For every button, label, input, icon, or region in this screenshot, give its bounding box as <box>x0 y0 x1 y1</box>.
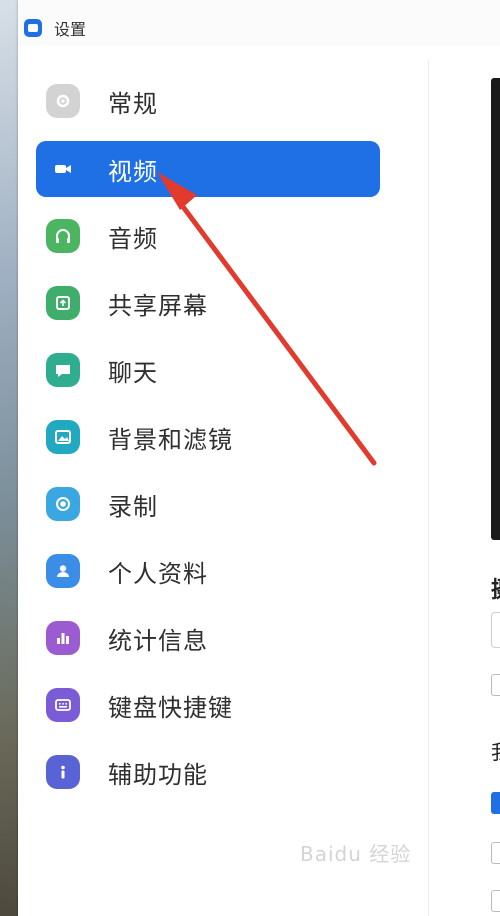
record-icon <box>46 487 80 521</box>
sidebar-item-label: 常规 <box>108 89 158 118</box>
chat-bubble-icon <box>46 353 80 387</box>
camera-icon <box>46 152 80 186</box>
keyboard-icon <box>46 688 80 722</box>
sidebar-item-label: 背景和滤镜 <box>108 425 233 454</box>
sidebar-item-audio[interactable]: 音频 <box>36 208 380 264</box>
settings-sidebar: 常规 视频 音频 共享屏幕 聊天 背景和滤镜 录制 个人资料 统计信息 键盘快捷… <box>18 60 428 916</box>
sidebar-item-statistics[interactable]: 统计信息 <box>36 610 380 666</box>
video-settings-panel: 摄 我 <box>429 60 500 916</box>
gear-icon <box>46 84 80 118</box>
sidebar-item-accessibility[interactable]: 辅助功能 <box>36 744 380 800</box>
image-icon <box>46 420 80 454</box>
sidebar-item-label: 键盘快捷键 <box>108 693 233 722</box>
title-bar: 设置 <box>18 0 500 46</box>
camera-heading: 摄 <box>491 572 500 604</box>
sidebar-item-label: 统计信息 <box>108 626 208 655</box>
sidebar-item-label: 录制 <box>108 492 158 521</box>
checkbox-checked[interactable] <box>491 792 500 814</box>
headphones-icon <box>46 219 80 253</box>
watermark: Baidu 经验 <box>300 842 412 866</box>
camera-select-dropdown[interactable] <box>491 612 500 648</box>
sidebar-item-background-filters[interactable]: 背景和滤镜 <box>36 409 380 465</box>
sidebar-item-label: 个人资料 <box>108 559 208 588</box>
settings-window: 设置 常规 视频 音频 共享屏幕 聊天 背景和滤镜 录制 个人资料 统计信息 键… <box>18 0 500 916</box>
desktop-background <box>0 0 18 916</box>
sidebar-item-label: 视频 <box>108 157 158 186</box>
checkbox[interactable] <box>491 890 500 912</box>
sidebar-item-share-screen[interactable]: 共享屏幕 <box>36 275 380 331</box>
checkbox[interactable] <box>491 842 500 864</box>
sidebar-item-chat[interactable]: 聊天 <box>36 342 380 398</box>
camera-preview <box>491 78 500 540</box>
info-icon <box>46 755 80 789</box>
sidebar-item-general[interactable]: 常规 <box>36 73 380 129</box>
sidebar-item-label: 辅助功能 <box>108 760 208 789</box>
sidebar-item-video[interactable]: 视频 <box>36 141 380 197</box>
sidebar-item-profile[interactable]: 个人资料 <box>36 543 380 599</box>
sidebar-item-label: 聊天 <box>108 358 158 387</box>
sidebar-item-label: 共享屏幕 <box>108 291 208 320</box>
sidebar-item-label: 音频 <box>108 224 158 253</box>
share-screen-icon <box>46 286 80 320</box>
app-logo-icon <box>24 19 42 37</box>
sidebar-item-recording[interactable]: 录制 <box>36 476 380 532</box>
user-icon <box>46 554 80 588</box>
bar-chart-icon <box>46 621 80 655</box>
checkbox[interactable] <box>491 674 500 696</box>
sidebar-item-keyboard-shortcuts[interactable]: 键盘快捷键 <box>36 677 380 733</box>
my-video-heading: 我 <box>491 736 500 765</box>
window-title: 设置 <box>54 20 87 39</box>
